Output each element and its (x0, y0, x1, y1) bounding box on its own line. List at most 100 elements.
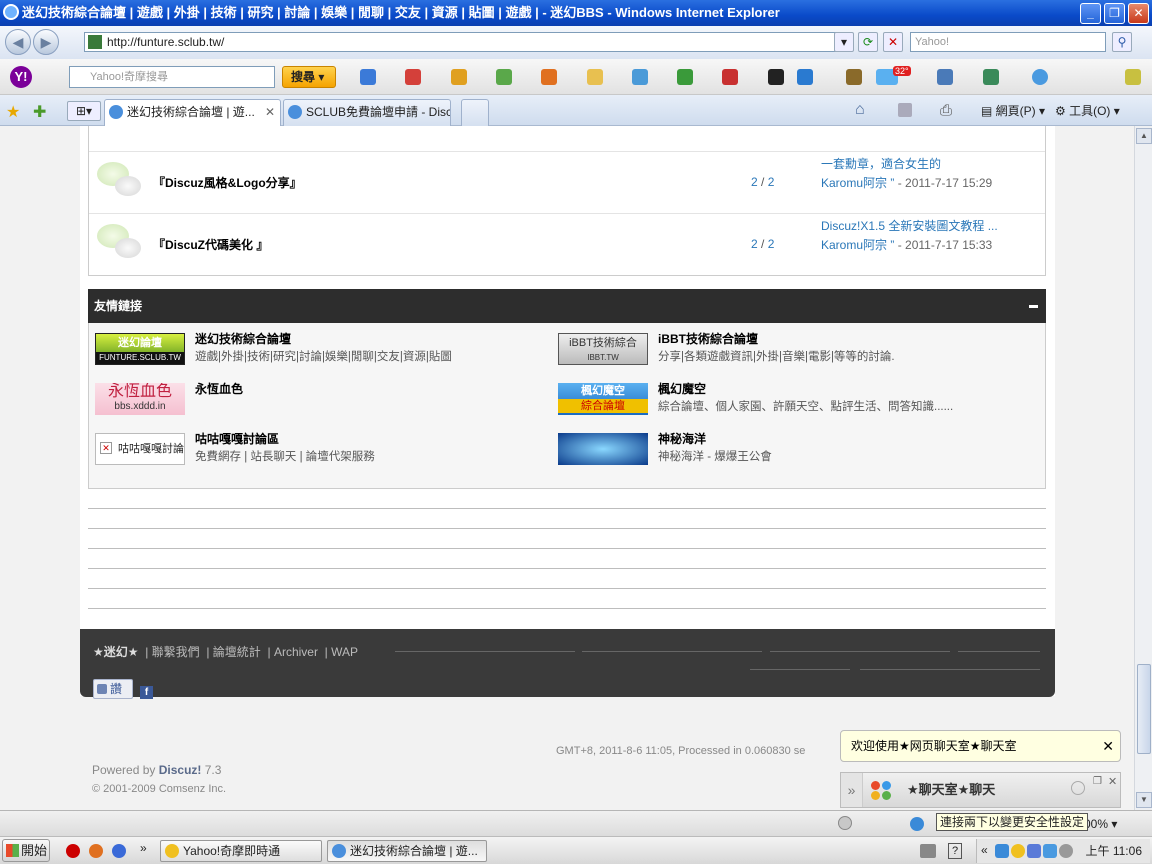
link-logo[interactable]: 楓幻魔空 綜合論壇 (558, 383, 648, 415)
link-logo[interactable]: 迷幻論壇 FUNTURE.SCLUB.TW (95, 333, 185, 365)
last-post-author[interactable]: Karomu阿宗 (821, 176, 887, 190)
tray-icon[interactable] (1011, 844, 1025, 858)
keyboard-icon[interactable] (920, 844, 936, 858)
tray-icon[interactable] (995, 844, 1009, 858)
address-input[interactable]: http://funture.sclub.tw/ (84, 32, 850, 52)
forward-button[interactable]: ▶ (33, 29, 59, 55)
maximize-button[interactable]: ❐ (1104, 3, 1125, 24)
friend-link[interactable]: ✕ 咕咕嘎嘎討論區 咕咕嘎嘎討論區 免費網存 | 站長聊天 | 論壇代架服務 (95, 427, 555, 473)
search-icon[interactable]: ⚲ (1112, 32, 1132, 52)
quicklaunch-more-icon[interactable]: » (140, 841, 147, 855)
quicklaunch-icon[interactable] (66, 844, 80, 858)
tab-sclub[interactable]: SCLUB免費論壇申請 - Discuz (283, 99, 451, 126)
link-logo[interactable] (558, 433, 648, 465)
zoom-level[interactable]: 00% ▾ (1084, 817, 1117, 831)
calendar-icon[interactable] (405, 69, 421, 85)
link-title[interactable]: iBBT技術綜合論壇 (658, 330, 758, 347)
close-button[interactable]: ✕ (1128, 3, 1149, 24)
collapse-icon[interactable] (1029, 305, 1038, 308)
toolbar-gear-icon[interactable] (1125, 69, 1141, 85)
link-title[interactable]: 神秘海洋 (658, 430, 706, 447)
forum-last-post[interactable]: Discuz!X1.5 全新安裝圖文教程 ... Karomu阿宗 ” - 20… (821, 217, 998, 255)
news-icon[interactable] (722, 69, 738, 85)
friend-link[interactable]: 神秘海洋 神秘海洋 - 爆爆王公會 (558, 427, 1038, 473)
print-icon[interactable]: ⎙ (940, 102, 952, 119)
help-icon[interactable]: ? (948, 843, 962, 859)
link-logo[interactable]: iBBT技術綜合 IBBT.TW (558, 333, 648, 365)
facebook-icon[interactable]: f (140, 686, 153, 699)
address-dropdown-icon[interactable]: ▾ (834, 32, 854, 52)
friend-link[interactable]: 迷幻論壇 FUNTURE.SCLUB.TW 迷幻技術綜合論壇 遊戲|外掛|技術|… (95, 327, 555, 373)
feeds-icon[interactable] (898, 103, 912, 117)
yahoo-search-button[interactable]: 搜尋 ▾ (282, 66, 336, 88)
shopping-icon[interactable] (587, 69, 603, 85)
chat-popup-close-icon[interactable]: ✕ (1102, 731, 1114, 761)
scroll-thumb[interactable] (1137, 664, 1151, 754)
taskbar-item[interactable]: Yahoo!奇摩即時通 (160, 840, 322, 862)
chat-bubble-icon[interactable] (1071, 781, 1085, 795)
friend-link[interactable]: 永恆血色 bbs.xddd.in 永恆血色 (95, 377, 555, 423)
yahoo-search-input[interactable]: Yahoo!奇摩搜尋 (69, 66, 275, 88)
last-post-link[interactable]: Discuz!X1.5 全新安裝圖文教程 ... (821, 217, 998, 236)
zone-icon[interactable] (910, 817, 924, 831)
photo-icon[interactable] (496, 69, 512, 85)
last-post-link[interactable]: 一套勳章，適合女生的 (821, 155, 992, 174)
discuz-link[interactable]: Discuz! (159, 763, 202, 777)
last-post-author[interactable]: Karomu阿宗 (821, 238, 887, 252)
dictionary-icon[interactable] (846, 69, 862, 85)
link-title[interactable]: 迷幻技術綜合論壇 (195, 330, 291, 347)
mail-icon[interactable] (360, 69, 376, 85)
footer-wap-link[interactable]: WAP (331, 645, 358, 659)
tab-current[interactable]: 迷幻技術綜合論壇 | 遊... ✕ (104, 99, 281, 126)
friend-link[interactable]: iBBT技術綜合 IBBT.TW iBBT技術綜合論壇 分享|各類遊戲資訊|外掛… (558, 327, 1038, 373)
facebook-like-button[interactable]: 讚 (93, 679, 133, 699)
new-tab-button[interactable] (461, 99, 489, 126)
add-favorite-icon[interactable]: ✚ (33, 102, 46, 122)
tray-icon[interactable] (1043, 844, 1057, 858)
forum-last-post[interactable]: 一套勳章，適合女生的 Karomu阿宗 ” - 2011-7-17 15:29 (821, 155, 992, 193)
clock[interactable]: 上午 11:06 (1086, 839, 1142, 863)
tools-menu[interactable]: ⚙ 工具(O) ▾ (1055, 102, 1120, 119)
scroll-down-icon[interactable]: ▼ (1136, 792, 1152, 808)
home-icon[interactable]: ⌂ (855, 101, 865, 119)
footer-stats-link[interactable]: 論壇統計 (213, 645, 261, 659)
link-logo[interactable]: ✕ 咕咕嘎嘎討論區 (95, 433, 185, 465)
link-title[interactable]: 咕咕嘎嘎討論區 (195, 430, 279, 447)
map-icon[interactable] (983, 69, 999, 85)
quicklaunch-icon[interactable] (112, 844, 126, 858)
auction-icon[interactable] (541, 69, 557, 85)
tray-expand-icon[interactable]: « (981, 843, 988, 857)
footer-brand[interactable]: ★迷幻★ (93, 645, 139, 659)
ie-options-icon[interactable] (1032, 69, 1048, 85)
link-title[interactable]: 楓幻魔空 (658, 380, 706, 397)
movie-icon[interactable] (768, 69, 784, 85)
scroll-up-icon[interactable]: ▲ (1136, 128, 1152, 144)
tab-close-icon[interactable]: ✕ (265, 100, 275, 125)
back-button[interactable]: ◀ (5, 29, 31, 55)
answers-icon[interactable] (632, 69, 648, 85)
privacy-icon[interactable] (838, 816, 852, 830)
search-input[interactable]: Yahoo! (910, 32, 1106, 52)
link-title[interactable]: 永恆血色 (195, 380, 243, 397)
toolbar-settings-icon[interactable] (937, 69, 953, 85)
bookmark-icon[interactable] (451, 69, 467, 85)
minimize-button[interactable]: _ (1080, 3, 1101, 24)
refresh-icon[interactable]: ⟳ (858, 32, 878, 52)
games-icon[interactable] (677, 69, 693, 85)
tray-icon[interactable] (1027, 844, 1041, 858)
taskbar-item[interactable]: 迷幻技術綜合論壇 | 遊... (327, 840, 487, 862)
start-button[interactable]: 開始 (2, 839, 50, 862)
footer-archiver-link[interactable]: Archiver (274, 645, 318, 659)
forum-title[interactable]: 『Discuz風格&Logo分享』 (153, 174, 302, 191)
forum-title[interactable]: 『DiscuZ代碼美化 』 (153, 236, 268, 253)
footer-contact-link[interactable]: 聯繫我們 (152, 645, 200, 659)
friend-link[interactable]: 楓幻魔空 綜合論壇 楓幻魔空 綜合論壇、個人家園、許願天空、點評生活、問答知識.… (558, 377, 1038, 423)
quick-tabs-icon[interactable]: ⊞▾ (67, 101, 101, 121)
chat-expand-icon[interactable]: » (841, 773, 863, 807)
chat-close-icon[interactable]: ✕ (1108, 775, 1117, 788)
yahoo-logo-icon[interactable]: Y! (10, 66, 32, 88)
stop-icon[interactable]: ✕ (883, 32, 903, 52)
forum-row[interactable]: 『Discuz風格&Logo分享』 2 / 2 一套勳章，適合女生的 Karom… (89, 151, 1045, 213)
chat-restore-icon[interactable]: ❐ (1093, 776, 1102, 787)
forum-row[interactable]: 『DiscuZ代碼美化 』 2 / 2 Discuz!X1.5 全新安裝圖文教程… (89, 213, 1045, 275)
